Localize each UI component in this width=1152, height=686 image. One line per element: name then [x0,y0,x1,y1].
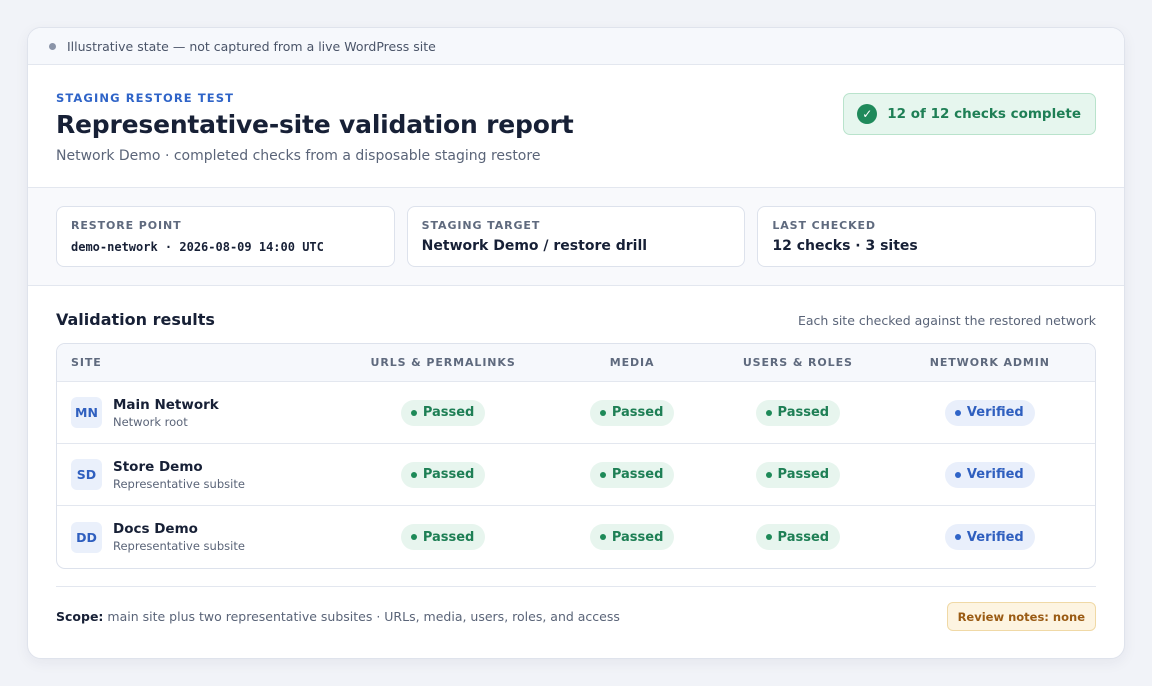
users-cell: Passed [711,461,885,488]
status-dot-icon [410,409,417,416]
media-cell: Passed [553,524,711,550]
status-text: Passed [422,405,475,420]
users-cell: Passed [711,399,885,426]
scope-label: Scope: [56,609,104,624]
site-cell: DD Docs Demo Representative subsite [57,521,333,553]
meta-label: RESTORE POINT [71,219,182,232]
table-row: MN Main Network Network root Passed Pass… [57,382,1095,444]
status-badge: Passed [400,461,486,488]
meta-label: STAGING TARGET [421,219,541,232]
status-text: Passed [777,467,830,482]
checks-complete-badge: ✓ 12 of 12 checks complete [843,93,1096,135]
results-header: Validation results Each site checked aga… [56,310,1096,329]
scope-text: Scope: main site plus two representative… [56,609,620,624]
urls-cell: Passed [333,399,553,426]
status-badge: Verified [944,524,1035,550]
status-text: Passed [777,529,830,545]
column-header-media: MEDIA [609,356,655,369]
checks-complete-text: 12 of 12 checks complete [887,106,1081,122]
status-badge: Passed [589,399,675,426]
illustrative-notice: Illustrative state — not captured from a… [28,28,1124,65]
status-text: Passed [422,467,475,482]
meta-value: 12 checks · 3 sites [772,238,918,254]
page-subtitle: Network Demo · completed checks from a d… [56,148,541,164]
site-cell: MN Main Network Network root [57,397,333,429]
site-description: Representative subsite [113,476,245,491]
review-notes-badge: Review notes: none [946,602,1096,631]
urls-cell: Passed [333,524,553,550]
status-badge: Verified [944,399,1035,426]
check-circle-icon: ✓ [857,104,878,124]
status-dot-icon [599,409,606,416]
media-cell: Passed [553,399,711,426]
column-header-urls: URLS & PERMALINKS [370,356,516,369]
status-badge: Verified [944,461,1035,488]
status-badge: Passed [755,399,841,426]
status-badge: Passed [400,399,486,426]
table-header: SITE URLS & PERMALINKS MEDIA USERS & ROL… [57,344,1095,382]
site-name: Main Network [113,396,219,413]
results-table: SITE URLS & PERMALINKS MEDIA USERS & ROL… [56,343,1096,569]
validation-results-section: Validation results Each site checked aga… [28,286,1124,569]
urls-cell: Passed [333,461,553,488]
network-admin-cell: Verified [885,461,1095,488]
notice-dot-icon [49,42,56,50]
status-text: Passed [611,405,664,420]
status-text: Verified [966,529,1024,545]
status-dot-icon [410,471,417,478]
meta-last-checked: LAST CHECKED 12 checks · 3 sites [757,206,1097,267]
status-text: Verified [966,467,1024,482]
status-text: Passed [611,467,664,482]
meta-restore-point: RESTORE POINT demo-network · 2026-08-09 … [56,206,395,267]
report-footer: Scope: main site plus two representative… [56,586,1096,634]
table-row: SD Store Demo Representative subsite Pas… [57,444,1095,506]
results-note: Each site checked against the restored n… [798,313,1096,328]
status-badge: Passed [589,524,675,550]
status-text: Passed [611,529,664,545]
status-badge: Passed [589,461,675,488]
site-name: Docs Demo [113,521,198,537]
avatar: SD [71,459,102,490]
status-dot-icon [954,471,961,478]
column-header-network-admin: NETWORK ADMIN [929,356,1050,369]
status-text: Passed [422,529,475,545]
meta-value: demo-network · 2026-08-09 14:00 UTC [71,240,324,254]
status-badge: Passed [755,524,841,550]
media-cell: Passed [553,461,711,488]
site-name: Store Demo [113,458,203,475]
status-dot-icon [599,534,606,540]
network-admin-cell: Verified [885,399,1095,426]
report-header: STAGING RESTORE TEST Representative-site… [28,65,1124,188]
status-text: Verified [966,405,1024,420]
notice-text: Illustrative state — not captured from a… [67,38,436,54]
status-badge: Passed [755,461,841,488]
meta-staging-target: STAGING TARGET Network Demo / restore dr… [406,206,746,267]
status-badge: Passed [400,524,486,550]
column-header-users: USERS & ROLES [742,356,853,369]
status-dot-icon [599,471,606,478]
meta-value: Network Demo / restore drill [421,238,648,254]
avatar: DD [71,521,102,553]
scope-description: main site plus two representative subsit… [107,609,620,624]
status-dot-icon [765,471,772,478]
site-cell: SD Store Demo Representative subsite [57,459,333,491]
site-description: Network root [113,414,188,429]
network-admin-cell: Verified [885,524,1095,550]
status-dot-icon [410,534,417,540]
status-dot-icon [954,534,961,540]
report-card: Illustrative state — not captured from a… [27,27,1125,659]
results-title: Validation results [56,310,215,329]
status-text: Passed [777,405,830,420]
avatar: MN [71,397,102,428]
meta-label: LAST CHECKED [772,219,876,232]
column-header-site: SITE [71,356,102,369]
users-cell: Passed [711,524,885,550]
status-dot-icon [765,409,772,416]
status-dot-icon [954,409,961,416]
table-row: DD Docs Demo Representative subsite Pass… [57,506,1095,568]
status-dot-icon [765,534,772,540]
meta-summary: RESTORE POINT demo-network · 2026-08-09 … [28,188,1124,286]
site-description: Representative subsite [113,539,245,553]
